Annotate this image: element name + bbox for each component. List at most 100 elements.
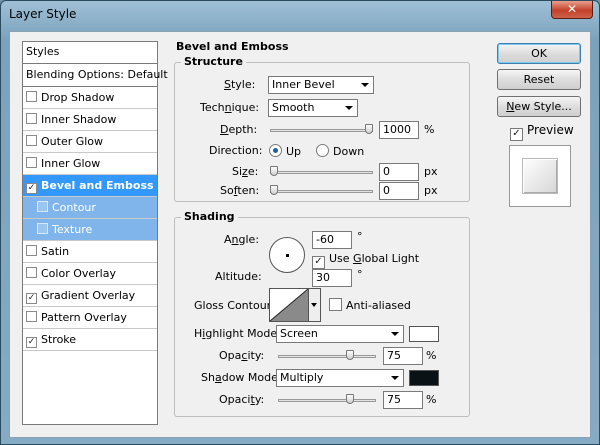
shading-group: Shading Angle: -60 ° ✓ Use Global Light A…	[174, 210, 470, 417]
blending-options-item[interactable]: Blending Options: Default	[23, 64, 168, 87]
technique-select-value: Smooth	[272, 101, 315, 114]
style-item-stroke[interactable]: ✓ Stroke	[23, 329, 157, 351]
style-item-label: Satin	[41, 245, 70, 258]
new-style-button[interactable]: New Style...	[497, 96, 581, 117]
ok-button[interactable]: OK	[497, 43, 581, 64]
style-item-color-overlay[interactable]: Color Overlay	[23, 263, 157, 285]
style-item-outer-glow[interactable]: Outer Glow	[23, 131, 157, 153]
depth-label: Depth:	[220, 123, 258, 136]
angle-label: Angle:	[224, 233, 260, 246]
shadow-opacity-track[interactable]	[278, 399, 376, 402]
style-item-label: Color Overlay	[41, 267, 116, 280]
shadow-opacity-label: Opacity:	[219, 393, 265, 406]
style-item-texture[interactable]: Texture	[23, 219, 157, 241]
soften-slider-thumb[interactable]	[270, 185, 278, 195]
reset-button[interactable]: Reset	[497, 69, 581, 90]
angle-dial[interactable]	[269, 237, 305, 273]
style-item-label: Stroke	[41, 333, 77, 346]
style-item-bevel-and-emboss[interactable]: ✓ Bevel and Emboss	[23, 175, 157, 197]
layer-style-window: Layer Style ✕ Styles Blending Options: D…	[0, 0, 600, 445]
style-item-inner-glow[interactable]: Inner Glow	[23, 153, 157, 175]
contour-curve-icon	[269, 288, 309, 322]
angle-degree: °	[357, 230, 363, 243]
soften-unit: px	[424, 184, 438, 197]
style-select-value: Inner Bevel	[272, 78, 335, 91]
dialog-body: Styles Blending Options: Default Drop Sh…	[9, 31, 591, 438]
size-slider-thumb[interactable]	[270, 166, 278, 176]
radio-down-icon	[316, 144, 329, 157]
checkbox-checked-icon[interactable]: ✓	[26, 183, 37, 194]
style-preview	[509, 145, 571, 207]
style-item-gradient-overlay[interactable]: ✓ Gradient Overlay	[23, 285, 157, 307]
checkbox-unchecked-icon[interactable]	[37, 223, 48, 234]
size-unit: px	[424, 165, 438, 178]
gloss-contour-dropdown[interactable]	[309, 288, 321, 322]
window-title: Layer Style	[9, 7, 77, 21]
highlight-opacity-label: Opacity:	[219, 349, 265, 362]
soften-slider-track[interactable]	[270, 190, 373, 193]
shadow-opacity-thumb[interactable]	[346, 394, 354, 404]
preview-checkbox[interactable]: ✓ Preview	[510, 123, 574, 141]
chevron-down-icon	[391, 332, 399, 336]
radio-up-icon	[269, 144, 282, 157]
style-item-pattern-overlay[interactable]: Pattern Overlay	[23, 307, 157, 329]
gloss-contour-label: Gloss Contour:	[194, 299, 275, 312]
style-item-label: Inner Shadow	[41, 113, 117, 126]
shadow-mode-value: Multiply	[280, 371, 324, 384]
direction-down-label: Down	[333, 145, 365, 158]
section-title: Bevel and Emboss	[176, 40, 289, 53]
depth-slider-track[interactable]	[270, 129, 373, 132]
styles-header[interactable]: Styles	[23, 42, 157, 64]
depth-slider-thumb[interactable]	[365, 124, 373, 134]
shadow-mode-select[interactable]: Multiply	[276, 369, 404, 387]
chevron-down-icon	[361, 83, 369, 87]
checkbox-checked-icon: ✓	[312, 256, 325, 269]
technique-label: Technique:	[200, 101, 260, 114]
highlight-color-swatch[interactable]	[409, 326, 439, 342]
checkbox-checked-icon[interactable]: ✓	[26, 293, 37, 304]
checkbox-unchecked-icon[interactable]	[26, 311, 37, 322]
checkbox-unchecked-icon[interactable]	[37, 201, 48, 212]
gloss-contour-preview[interactable]	[269, 288, 309, 322]
style-item-satin[interactable]: Satin	[23, 241, 157, 263]
angle-field[interactable]: -60	[312, 231, 352, 249]
shadow-color-swatch[interactable]	[409, 370, 439, 386]
style-item-drop-shadow[interactable]: Drop Shadow	[23, 87, 157, 109]
highlight-mode-select[interactable]: Screen	[276, 325, 404, 343]
checkbox-unchecked-icon[interactable]	[26, 245, 37, 256]
checkbox-unchecked-icon[interactable]	[26, 267, 37, 278]
style-select[interactable]: Inner Bevel	[268, 76, 374, 94]
use-global-light-checkbox[interactable]: ✓ Use Global Light	[312, 252, 419, 269]
shadow-opacity-field[interactable]: 75	[383, 391, 423, 409]
shadow-opacity-unit: %	[426, 393, 437, 406]
altitude-field[interactable]: 30	[312, 269, 352, 287]
checkbox-checked-icon[interactable]: ✓	[26, 337, 37, 348]
style-item-label: Outer Glow	[41, 135, 104, 148]
angle-dot	[286, 254, 289, 257]
highlight-opacity-track[interactable]	[278, 355, 376, 358]
checkbox-unchecked-icon	[329, 298, 342, 311]
checkbox-unchecked-icon[interactable]	[26, 157, 37, 168]
style-item-contour[interactable]: Contour	[23, 197, 157, 219]
style-item-inner-shadow[interactable]: Inner Shadow	[23, 109, 157, 131]
anti-aliased-checkbox[interactable]: Anti-aliased	[329, 298, 411, 312]
direction-down-radio[interactable]: Down	[316, 144, 364, 158]
highlight-opacity-field[interactable]: 75	[383, 347, 423, 365]
direction-label: Direction:	[209, 144, 263, 157]
soften-field[interactable]: 0	[379, 182, 419, 200]
title-bar[interactable]: Layer Style ✕	[1, 1, 599, 29]
size-slider-track[interactable]	[270, 171, 373, 174]
close-button[interactable]: ✕	[551, 1, 593, 19]
style-item-label: Drop Shadow	[41, 91, 115, 104]
shading-title: Shading	[181, 210, 238, 223]
soften-label: Soften:	[220, 184, 260, 197]
highlight-opacity-thumb[interactable]	[346, 350, 354, 360]
size-field[interactable]: 0	[379, 163, 419, 181]
depth-field[interactable]: 1000	[379, 121, 419, 139]
checkbox-unchecked-icon[interactable]	[26, 135, 37, 146]
checkbox-unchecked-icon[interactable]	[26, 113, 37, 124]
checkbox-unchecked-icon[interactable]	[26, 91, 37, 102]
direction-up-radio[interactable]: Up	[269, 144, 301, 158]
style-item-label: Inner Glow	[41, 157, 101, 170]
technique-select[interactable]: Smooth	[268, 99, 358, 117]
